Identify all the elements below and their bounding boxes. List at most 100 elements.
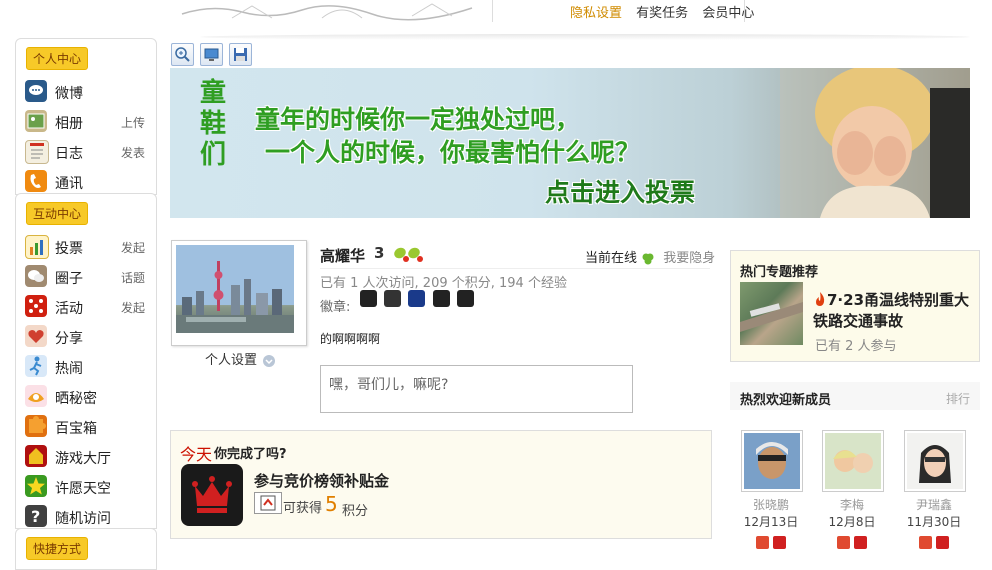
- zoom-button[interactable]: [171, 43, 194, 66]
- sidebar-item-activity[interactable]: 活动 发起: [25, 293, 155, 321]
- display-button[interactable]: [200, 43, 223, 66]
- user-name[interactable]: 高耀华: [320, 245, 365, 266]
- city-skyline-image: [176, 245, 294, 333]
- hot-topic-image[interactable]: [740, 282, 803, 345]
- start-vote-link[interactable]: 发起: [121, 239, 145, 256]
- member-card: 张晓鹏 12月13日: [741, 430, 803, 549]
- task-question: 你完成了吗?: [214, 447, 287, 462]
- message-icon[interactable]: [919, 536, 932, 549]
- sidebar-item-buzz[interactable]: 热闹: [25, 353, 155, 381]
- task-title[interactable]: 参与竞价榜领补贴金: [254, 470, 389, 491]
- sidebar-item-vote[interactable]: 投票 发起: [25, 233, 155, 261]
- badge-icon[interactable]: [384, 290, 401, 307]
- banner-cta[interactable]: 点击进入投票: [545, 173, 695, 209]
- member-center-link[interactable]: 会员中心: [702, 6, 754, 21]
- personal-center-title: 个人中心: [26, 47, 89, 70]
- sidebar-item-random-visit[interactable]: ? 随机访问: [25, 503, 155, 531]
- level-leaves-icon: [394, 247, 423, 262]
- crown-icon[interactable]: [181, 464, 243, 526]
- add-friend-icon[interactable]: [854, 536, 867, 549]
- header-decoration: [172, 0, 493, 22]
- save-button[interactable]: [229, 43, 252, 66]
- badge-icon[interactable]: [433, 290, 450, 307]
- online-clover-icon: [641, 252, 655, 266]
- member-join-date: 12月13日: [743, 515, 799, 529]
- sidebar-item-label: 相册: [55, 116, 83, 132]
- sidebar-item-wish-sky[interactable]: 许愿天空: [25, 473, 155, 501]
- add-friend-icon[interactable]: [773, 536, 786, 549]
- member-card: 李梅 12月8日: [822, 430, 884, 549]
- privacy-settings-link[interactable]: 隐私设置: [570, 6, 622, 21]
- online-label: 当前在线: [585, 251, 638, 266]
- upload-link[interactable]: 上传: [121, 114, 145, 131]
- sidebar-item-treasure[interactable]: 百宝箱: [25, 413, 155, 441]
- hot-topic-headline[interactable]: 7·23甬温线特别重大铁路交通事故: [813, 290, 973, 332]
- phone-icon: [25, 170, 47, 192]
- sidebar-item-journal[interactable]: 日志 发表: [25, 138, 155, 166]
- sidebar-item-group[interactable]: 圈子 话题: [25, 263, 155, 291]
- message-icon[interactable]: [837, 536, 850, 549]
- sidebar-item-game-hall[interactable]: 游戏大厅: [25, 443, 155, 471]
- group-icon: [25, 265, 47, 287]
- sidebar-item-label: 圈子: [55, 271, 83, 287]
- hot-topic-headline-text: 7·23甬温线特别重大铁路交通事故: [813, 291, 970, 330]
- sidebar-item-share[interactable]: 分享: [25, 323, 155, 351]
- user-stats: 已有 1 人次访问, 209 个积分, 194 个经验: [320, 276, 567, 291]
- sidebar-item-secret[interactable]: 晒秘密: [25, 383, 155, 411]
- member-avatar[interactable]: [822, 430, 884, 492]
- start-activity-link[interactable]: 发起: [121, 299, 145, 316]
- member-avatar[interactable]: [904, 430, 966, 492]
- svg-text:?: ?: [31, 507, 40, 526]
- task-reward-prefix: 可获得: [283, 501, 323, 516]
- topic-link[interactable]: 话题: [121, 269, 145, 286]
- publish-journal-link[interactable]: 发表: [121, 144, 145, 161]
- badge-icon[interactable]: [360, 290, 377, 307]
- message-icon[interactable]: [756, 536, 769, 549]
- sidebar-item-label: 分享: [55, 331, 83, 347]
- puzzle-icon: [25, 415, 47, 437]
- member-avatar[interactable]: [741, 430, 803, 492]
- secret-icon: [25, 385, 47, 407]
- ranking-link[interactable]: 排行: [946, 390, 970, 407]
- reward-tasks-link[interactable]: 有奖任务: [636, 6, 688, 21]
- badge-icon[interactable]: [408, 290, 425, 307]
- badge-icon[interactable]: [457, 290, 474, 307]
- member-name[interactable]: 李梅: [822, 496, 882, 513]
- profile-settings-link[interactable]: 个人设置: [205, 349, 276, 368]
- journal-icon: [25, 140, 49, 164]
- top-header: 隐私设置 有奖任务 会员中心: [0, 0, 992, 36]
- avatar-image: [176, 245, 294, 333]
- task-today-label: 今天: [180, 445, 213, 464]
- sidebar-item-weibo[interactable]: 微博: [25, 78, 155, 106]
- sidebar-item-album[interactable]: 相册 上传: [25, 108, 155, 136]
- sidebar-item-contacts[interactable]: 通讯: [25, 168, 155, 196]
- status-input[interactable]: 嘿，哥们儿，嘛呢?: [320, 365, 633, 413]
- fire-icon: [813, 291, 827, 307]
- vote-banner[interactable]: 童 鞋 们 童年的时候你一定独处过吧， 一个人的时候，你最害怕什么呢？ 点击进入…: [170, 68, 970, 218]
- badges-label: 徽章:: [320, 300, 351, 315]
- header-links: 隐私设置 有奖任务 会员中心: [570, 2, 764, 21]
- vote-icon: [25, 235, 49, 259]
- child-photo: [780, 68, 970, 218]
- banner-line-2: 一个人的时候，你最害怕什么呢？: [265, 138, 641, 167]
- member-name[interactable]: 尹瑞鑫: [904, 496, 964, 513]
- avatar[interactable]: [171, 240, 307, 346]
- shortcut-title: 快捷方式: [26, 537, 89, 560]
- sidebar-item-label: 热闹: [55, 361, 83, 377]
- header-shadow: [200, 34, 970, 40]
- hot-topic-participants: 已有 2 人参与: [815, 339, 897, 354]
- question-icon: ?: [25, 505, 47, 527]
- shortcut-panel: 快捷方式: [15, 528, 157, 570]
- banner-char: 们: [200, 140, 227, 170]
- member-name[interactable]: 张晓鹏: [741, 496, 801, 513]
- sidebar-item-label: 晒秘密: [55, 391, 97, 407]
- sidebar-item-label: 随机访问: [55, 511, 111, 527]
- go-invisible-link[interactable]: 我要隐身: [663, 251, 715, 266]
- add-friend-icon[interactable]: [936, 536, 949, 549]
- hot-topic-title: 热门专题推荐: [740, 265, 819, 280]
- album-icon: [25, 110, 47, 132]
- sidebar-item-label: 活动: [55, 301, 83, 317]
- member-card: 尹瑞鑫 11月30日: [904, 430, 966, 549]
- profile-divider: [320, 268, 710, 269]
- task-points-unit: 积分: [342, 504, 369, 519]
